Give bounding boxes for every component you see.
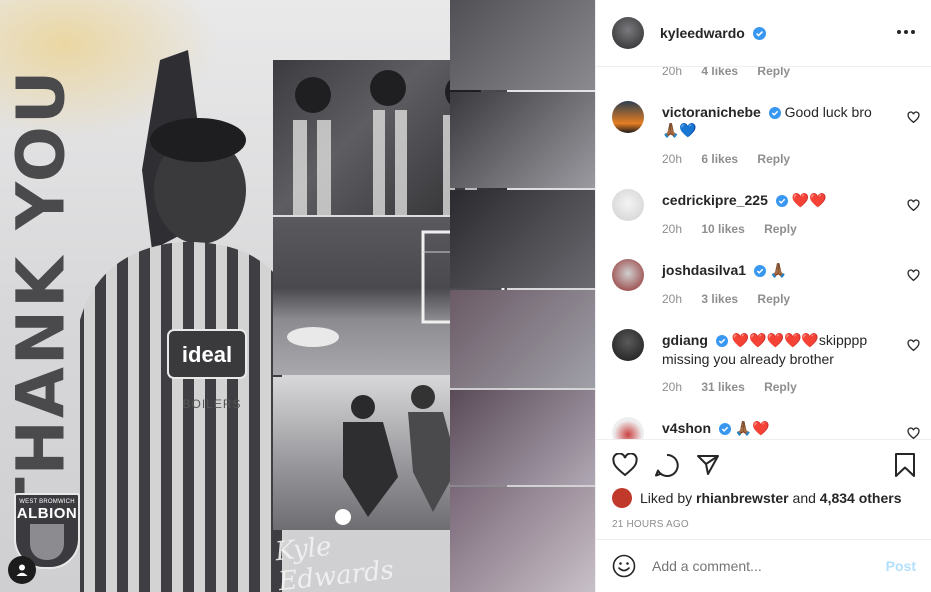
comment-body: victoranichebe Good luck bro 🙏🏾💙	[662, 103, 898, 140]
comment-body: cedrickipre_225 ❤️❤️	[662, 191, 898, 210]
comment-reply-button[interactable]: Reply	[757, 292, 790, 306]
sponsor-logo: ideal	[182, 342, 232, 367]
comment-input[interactable]	[652, 558, 886, 574]
verified-badge-icon	[768, 107, 781, 119]
comment-emoji: 🙏🏾💙	[662, 123, 697, 139]
like-comment-heart-icon[interactable]	[907, 427, 920, 439]
like-comment-heart-icon[interactable]	[907, 269, 920, 282]
author-username[interactable]: kyleedwardo	[660, 25, 766, 41]
post-image[interactable]: ideal BOILERS THANK YOU WEST BROMWICH AL…	[0, 0, 595, 592]
comment-reply-button[interactable]: Reply	[757, 67, 790, 78]
like-comment-heart-icon[interactable]	[907, 339, 920, 352]
tagged-users-button[interactable]	[8, 556, 36, 584]
verified-badge-icon	[753, 265, 766, 277]
comment-item: gdiang ❤️❤️❤️❤️❤️skipppp missing you alr…	[596, 329, 931, 399]
comment-likes[interactable]: 31 likes	[701, 380, 744, 394]
comment-emoji: ❤️❤️	[791, 193, 827, 209]
comment-likes[interactable]: 10 likes	[701, 222, 744, 236]
strip-photo-3	[450, 190, 595, 288]
commenter-avatar[interactable]	[612, 329, 644, 361]
commenter-username[interactable]: gdiang	[662, 332, 708, 348]
commenter-avatar[interactable]	[612, 417, 644, 439]
comment-item: joshdasilva1 🙏🏾 20h 3 likes Reply	[596, 259, 931, 309]
commenter-username[interactable]: joshdasilva1	[662, 262, 746, 278]
comment-item: cedrickipre_225 ❤️❤️ 20h 10 likes Reply	[596, 189, 931, 239]
comment-item: victoranichebe Good luck bro 🙏🏾💙 20h 6 l…	[596, 101, 931, 171]
like-comment-heart-icon[interactable]	[907, 111, 920, 124]
share-paper-plane-icon[interactable]	[696, 453, 720, 477]
comment-reply-button[interactable]: Reply	[764, 380, 797, 394]
comment-time: 20h	[662, 222, 683, 236]
photo-strip	[450, 0, 595, 592]
verified-badge-icon	[752, 27, 766, 40]
commenter-username[interactable]: victoranichebe	[662, 104, 761, 120]
comment-reply-button[interactable]: Reply	[757, 152, 790, 166]
post-actions: Liked by rhianbrewster and 4,834 others …	[596, 439, 931, 539]
verified-badge-icon	[775, 195, 788, 207]
comment-item: 20h 4 likes Reply	[596, 67, 931, 87]
commenter-avatar[interactable]	[612, 189, 644, 221]
strip-photo-2	[450, 92, 595, 188]
strip-photo-6	[450, 487, 595, 592]
comments-sidebar: kyleedwardo 20h 4 likes Reply victoranic…	[595, 0, 931, 592]
comment-item: v4shon 🙏🏾❤️	[596, 417, 931, 439]
more-options-icon[interactable]	[897, 30, 915, 34]
commenter-username[interactable]: cedrickipre_225	[662, 192, 768, 208]
comment-text: Good luck bro	[784, 104, 872, 120]
liked-by-and: and	[792, 490, 816, 506]
comment-time: 20h	[662, 67, 683, 78]
comment-time: 20h	[662, 292, 683, 306]
liked-by-user[interactable]: rhianbrewster	[696, 490, 789, 506]
action-icons	[612, 453, 720, 477]
liked-by-others[interactable]: 4,834 others	[820, 490, 902, 506]
comment-meta: 20h 10 likes Reply	[662, 222, 797, 236]
comment-emoji: 🙏🏾❤️	[734, 421, 770, 437]
comment-emoji: ❤️❤️❤️❤️❤️	[731, 333, 819, 349]
post-header: kyleedwardo	[596, 0, 931, 67]
comment-likes[interactable]: 4 likes	[701, 67, 738, 78]
comment-meta: 20h 4 likes Reply	[662, 67, 790, 78]
liked-by-prefix: Liked by	[640, 490, 693, 506]
commenter-avatar[interactable]	[612, 259, 644, 291]
user-icon	[16, 564, 28, 576]
sponsor-sub: BOILERS	[182, 397, 241, 411]
comment-likes[interactable]: 3 likes	[701, 292, 738, 306]
verified-badge-icon	[715, 335, 728, 347]
comment-time: 20h	[662, 152, 683, 166]
strip-photo-5	[450, 390, 595, 485]
add-comment-bar: Post	[596, 539, 931, 592]
post-comment-button[interactable]: Post	[886, 558, 916, 574]
comment-meta: 20h 3 likes Reply	[662, 292, 790, 306]
like-heart-icon[interactable]	[612, 453, 638, 477]
crest-bird-icon	[30, 524, 64, 560]
comment-time: 20h	[662, 380, 683, 394]
commenter-avatar[interactable]	[612, 101, 644, 133]
verified-badge-icon	[718, 423, 731, 435]
like-comment-heart-icon[interactable]	[907, 199, 920, 212]
liked-by-line: Liked by rhianbrewster and 4,834 others	[612, 488, 902, 508]
emoji-smiley-icon[interactable]	[612, 554, 636, 578]
comment-likes[interactable]: 6 likes	[701, 152, 738, 166]
author-avatar[interactable]	[612, 17, 644, 49]
save-bookmark-icon[interactable]	[894, 453, 916, 477]
comments-list: 20h 4 likes Reply victoranichebe Good lu…	[596, 67, 931, 439]
comment-body: gdiang ❤️❤️❤️❤️❤️skipppp missing you alr…	[662, 331, 898, 368]
comment-bubble-icon[interactable]	[654, 453, 680, 477]
strip-photo-1	[450, 0, 595, 90]
post-timestamp[interactable]: 21 HOURS AGO	[612, 519, 689, 530]
liker-avatar[interactable]	[612, 488, 632, 508]
thank-you-text: THANK YOU	[2, 68, 80, 522]
comment-body: joshdasilva1 🙏🏾	[662, 261, 898, 280]
commenter-username[interactable]: v4shon	[662, 420, 711, 436]
comment-emoji: 🙏🏾	[769, 263, 788, 279]
comment-reply-button[interactable]: Reply	[764, 222, 797, 236]
strip-photo-4	[450, 290, 595, 388]
crest-main-text: ALBION	[16, 505, 78, 522]
comment-meta: 20h 31 likes Reply	[662, 380, 797, 394]
comment-meta: 20h 6 likes Reply	[662, 152, 790, 166]
comment-body: v4shon 🙏🏾❤️	[662, 419, 898, 438]
